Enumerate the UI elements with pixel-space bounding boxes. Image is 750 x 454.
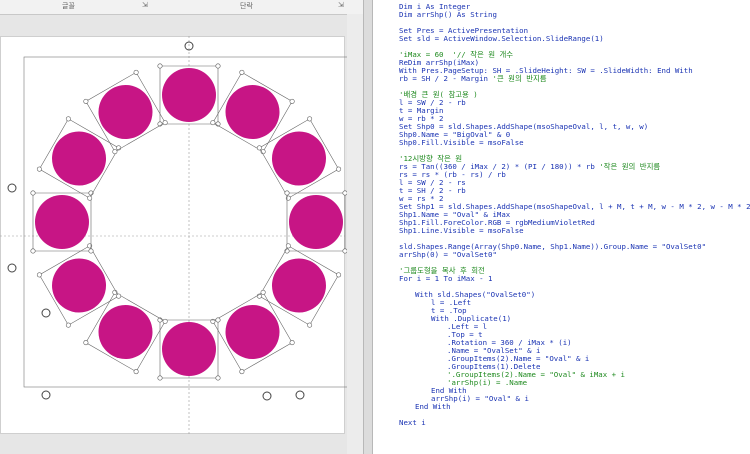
rotate-handle-icon[interactable]: [7, 263, 17, 273]
resize-handle[interactable]: [215, 317, 221, 323]
code-text: rb = SH / 2 - Margin: [399, 74, 493, 83]
rotate-handle-icon[interactable]: [7, 183, 17, 193]
resize-handle[interactable]: [88, 248, 94, 254]
oval-group-0[interactable]: [157, 63, 221, 127]
pane-splitter[interactable]: [363, 0, 373, 454]
code-line: For i = 1 To iMax - 1: [399, 274, 493, 283]
code-line: Dim arrShp() As String: [399, 10, 497, 19]
resize-handle[interactable]: [307, 116, 313, 122]
resize-handle[interactable]: [307, 322, 313, 328]
oval-group-9[interactable]: [30, 190, 94, 254]
code-line: End With: [415, 402, 451, 411]
slide-shapes[interactable]: [0, 0, 363, 454]
resize-handle[interactable]: [336, 166, 342, 172]
small-oval[interactable]: [262, 249, 336, 323]
vertical-scrollbar[interactable]: [347, 14, 363, 454]
resize-handle[interactable]: [65, 116, 71, 122]
resize-handle[interactable]: [239, 369, 245, 375]
small-oval[interactable]: [89, 295, 163, 369]
rotate-handle-icon[interactable]: [262, 391, 272, 401]
rotate-handle-icon[interactable]: [41, 390, 51, 400]
small-oval[interactable]: [216, 75, 290, 149]
small-oval[interactable]: [42, 249, 116, 323]
code-comment: '큰 원의 반지름: [492, 74, 547, 83]
resize-handle[interactable]: [157, 375, 163, 381]
code-line: arrShp(0) = "OvalSet0": [399, 250, 497, 259]
resize-handle[interactable]: [36, 166, 42, 172]
resize-handle[interactable]: [133, 69, 139, 75]
resize-handle[interactable]: [215, 375, 221, 381]
resize-handle[interactable]: [289, 340, 295, 346]
resize-handle[interactable]: [30, 190, 36, 196]
oval-group-6[interactable]: [157, 317, 221, 381]
resize-handle[interactable]: [285, 243, 291, 249]
small-oval[interactable]: [89, 75, 163, 149]
small-oval[interactable]: [162, 322, 216, 376]
resize-handle[interactable]: [162, 318, 168, 324]
resize-handle[interactable]: [162, 120, 168, 126]
code-line: Set sld = ActiveWindow.Selection.SlideRa…: [399, 34, 604, 43]
vba-code-editor[interactable]: Dim i As Integer Dim arrShp() As String Se…: [373, 0, 750, 454]
resize-handle[interactable]: [215, 63, 221, 69]
small-oval[interactable]: [162, 68, 216, 122]
small-oval[interactable]: [35, 195, 89, 249]
resize-handle[interactable]: [284, 190, 290, 196]
code-comment: '작은 원의 반지름: [599, 162, 661, 171]
rotate-handle-icon[interactable]: [295, 390, 305, 400]
rotate-handle-icon[interactable]: [41, 308, 51, 318]
small-oval[interactable]: [262, 122, 336, 196]
code-line: rb = SH / 2 - Margin '큰 원의 반지름: [399, 75, 547, 83]
resize-handle[interactable]: [210, 318, 216, 324]
resize-handle[interactable]: [210, 120, 216, 126]
resize-handle[interactable]: [289, 98, 295, 104]
powerpoint-window: 글꼴 ⇲ 단락 ⇲: [0, 0, 363, 454]
resize-handle[interactable]: [239, 69, 245, 75]
code-line: Next i: [399, 418, 426, 427]
resize-handle[interactable]: [36, 272, 42, 278]
resize-handle[interactable]: [133, 369, 139, 375]
resize-handle[interactable]: [83, 340, 89, 346]
code-line: Shp1.Line.Visible = msoFalse: [399, 226, 524, 235]
resize-handle[interactable]: [83, 98, 89, 104]
small-oval[interactable]: [42, 122, 116, 196]
code-line: Shp0.Fill.Visible = msoFalse: [399, 138, 524, 147]
resize-handle[interactable]: [87, 243, 93, 249]
resize-handle[interactable]: [87, 195, 93, 201]
resize-handle[interactable]: [157, 63, 163, 69]
resize-handle[interactable]: [336, 272, 342, 278]
oval-group-3[interactable]: [284, 190, 348, 254]
resize-handle[interactable]: [65, 322, 71, 328]
resize-handle[interactable]: [30, 248, 36, 254]
small-oval[interactable]: [289, 195, 343, 249]
small-oval[interactable]: [216, 295, 290, 369]
resize-handle[interactable]: [285, 195, 291, 201]
